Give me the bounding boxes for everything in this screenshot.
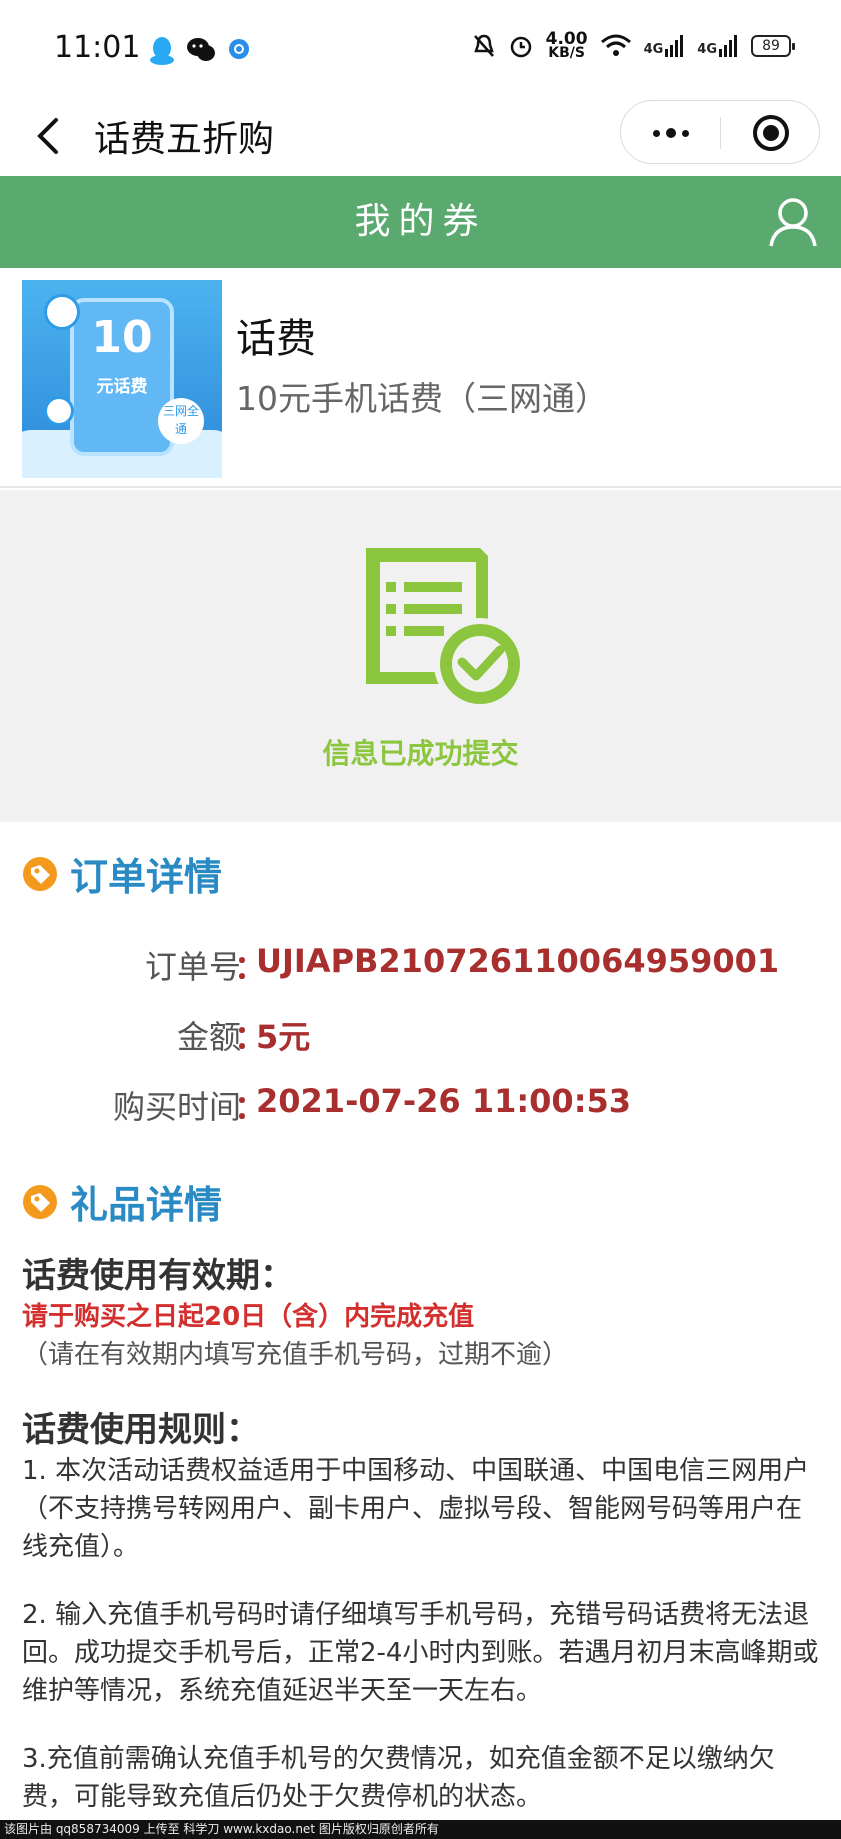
miniprogram-capsule (620, 100, 820, 164)
china-telecom-logo-icon (44, 396, 74, 426)
signal-2: 4G (697, 35, 739, 57)
validity-heading: 话费使用有效期： (22, 1256, 294, 1296)
rule-item-2: 2. 输入充值手机号码时请仔细填写手机号码，充错号码话费将无法退回。成功提交手机… (22, 1600, 819, 1706)
order-number-value: UJIAPB210726110064959001 (256, 942, 780, 980)
success-panel: 信息已成功提交 (0, 490, 841, 822)
product-name: 话费 (236, 316, 316, 362)
capsule-divider (720, 117, 721, 149)
qq-icon (150, 37, 174, 65)
tag-icon (23, 856, 57, 891)
status-app-icons (148, 36, 252, 66)
status-time: 11:01 (54, 30, 141, 65)
gift-section-title: 礼品详情 (70, 1183, 223, 1227)
network-type-2: 4G (697, 42, 717, 57)
purchase-time-label: 购买时间 (112, 1088, 241, 1126)
gift-section-heading: 礼品详情 (22, 1174, 222, 1229)
wifi-icon (600, 34, 631, 56)
nav-title: 话费五折购 (94, 119, 275, 160)
back-arrow-icon[interactable] (30, 108, 70, 164)
product-thumbnail: 10 元话费 三网全通 (22, 280, 222, 478)
order-section-heading: 订单详情 (22, 846, 222, 901)
signal-bars-icon (665, 35, 684, 57)
thumb-badge: 三网全通 (158, 398, 204, 444)
alarm-icon (510, 36, 531, 58)
user-icon[interactable] (768, 196, 818, 248)
close-miniprogram-button[interactable] (753, 115, 789, 151)
rules-heading: 话费使用规则： (22, 1410, 260, 1450)
mute-bell-icon (473, 34, 494, 57)
product-card[interactable]: 10 元话费 三网全通 话费 10元手机话费（三网通） (0, 268, 841, 488)
product-description: 10元手机话费（三网通） (236, 379, 608, 418)
speed-unit: KB/S (548, 45, 585, 61)
order-number-label: 订单号 (144, 948, 241, 986)
signal-1: 4G (644, 35, 686, 57)
china-mobile-logo-icon (44, 294, 80, 330)
network-type-1: 4G (643, 42, 664, 57)
network-speed: 4.00 KB/S (545, 29, 588, 61)
status-bar: 11:01 4.00 KB/S 4G 4G 89 (0, 0, 841, 100)
amount-label: 金额 (176, 1018, 241, 1056)
header-title: 我的券 (354, 201, 487, 242)
speed-value: 4.00 (545, 29, 588, 49)
validity-note: （请在有效期内填写充值手机号码，过期不逾） (22, 1340, 569, 1370)
battery-icon: 89 (751, 35, 795, 57)
purchase-time-value: 2021-07-26 11:00:53 (256, 1082, 632, 1120)
rule-item-3: 3.充值前需确认充值手机号的欠费情况，如充值金额不足以缴纳欠费，可能导致充值后仍… (22, 1744, 775, 1812)
coupon-header: 我的券 (0, 176, 841, 268)
browser-icon (229, 39, 249, 59)
success-message: 信息已成功提交 (322, 737, 519, 770)
order-section-title: 订单详情 (70, 855, 223, 899)
signal-bars-icon (719, 35, 737, 57)
thumb-caption: 元话费 (96, 377, 148, 397)
watermark-footer: 该图片由 qq858734009 上传至 科学刀 www.kxdao.net 图… (0, 1820, 841, 1839)
amount-value: 5元 (256, 1018, 311, 1056)
status-indicators: 4.00 KB/S 4G 4G 89 (472, 29, 795, 61)
wechat-icon (187, 38, 215, 61)
nav-bar: 话费五折购 (0, 100, 841, 176)
rule-item-1: 1. 本次活动话费权益适用于中国移动、中国联通、中国电信三网用户（不支持携号转网… (22, 1456, 810, 1562)
tag-icon (23, 1184, 57, 1219)
more-menu-button[interactable] (621, 101, 721, 165)
validity-deadline: 请于购买之日起20日（含）内完成充值 (22, 1302, 475, 1332)
document-check-icon (366, 548, 526, 710)
